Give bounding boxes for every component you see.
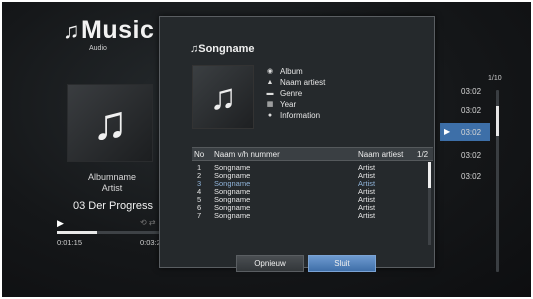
play-arrow-icon: ▶ [444,127,451,136]
dialog-album-art: ♫ [192,65,254,129]
playlist-scrollbar[interactable] [496,90,499,272]
duration: 03:02 [461,87,482,96]
time-current: 0:01:15 [57,238,83,247]
col-artist: Naam artiest [358,150,404,159]
tv-screen: ♫Music Audio ♫ Albumname Artist 03 Der P… [2,2,531,297]
scrollbar-thumb[interactable] [428,162,431,188]
song-info-dialog: ♫Songname ♫ ◉ Album ▲ Naam artiest ▬ Genre … [159,16,435,272]
duration: 03:02 [461,128,482,137]
repeat-icon[interactable]: ⟲ ⇄ [140,218,156,227]
col-no: No [194,150,205,159]
app-title: ♫Music [63,16,154,45]
meta-label: Year [280,100,297,109]
close-button[interactable]: Sluit [308,255,376,272]
table-page: 1/2 [417,150,429,159]
row-title: Songname [214,211,251,220]
meta-information: ● Information [264,111,320,120]
col-title: Naam v/h nummer [214,150,280,159]
progress-fill [57,231,97,234]
song-table-header: No Naam v/h nummer Naam artiest 1/2 [192,147,433,161]
artist-name: Artist [101,183,123,193]
row-no: 7 [197,211,202,220]
play-icon[interactable]: ▶ [57,218,64,229]
dialog-scrollbar[interactable] [428,162,431,245]
progress-bar[interactable] [57,231,165,234]
meta-album: ◉ Album [264,67,303,76]
song-list: 1 Songname Artist 2 Songname Artist 3 So… [192,164,422,220]
duration: 03:02 [461,106,482,115]
track-title: 03 Der Progress [72,200,154,212]
music-note-icon: ♫ [63,18,80,43]
calendar-icon: ▦ [266,100,274,108]
meta-label: Genre [280,89,303,98]
info-icon: ● [267,111,273,119]
meta-label: Naam artiest [280,78,326,87]
album-art: ♫ [67,84,153,162]
meta-artist: ▲ Naam artiest [264,78,326,87]
disc-icon: ◉ [266,67,274,75]
meta-label: Information [280,111,321,120]
table-row[interactable]: 7 Songname Artist [192,212,422,220]
meta-year: ▦ Year [264,100,296,109]
meta-label: Album [280,67,303,76]
playlist-page: 1/10 [488,75,502,82]
dialog-title-text: Songname [198,43,255,55]
person-icon: ▲ [266,78,274,86]
again-button[interactable]: Opnieuw [236,255,304,272]
meta-genre: ▬ Genre [264,89,303,98]
duration: 03:02 [461,172,482,181]
app-subtitle: Audio [89,45,107,52]
album-name: Albumname [87,172,137,182]
genre-icon: ▬ [266,89,274,97]
app-title-text: Music [81,16,155,44]
row-artist: Artist [358,211,376,220]
duration: 03:02 [461,151,482,160]
scrollbar-thumb[interactable] [496,106,499,136]
music-note-icon: ♫ [190,43,199,55]
music-note-icon: ♫ [209,76,237,117]
dialog-title: ♫Songname [190,43,254,55]
music-note-icon: ♫ [92,96,128,150]
